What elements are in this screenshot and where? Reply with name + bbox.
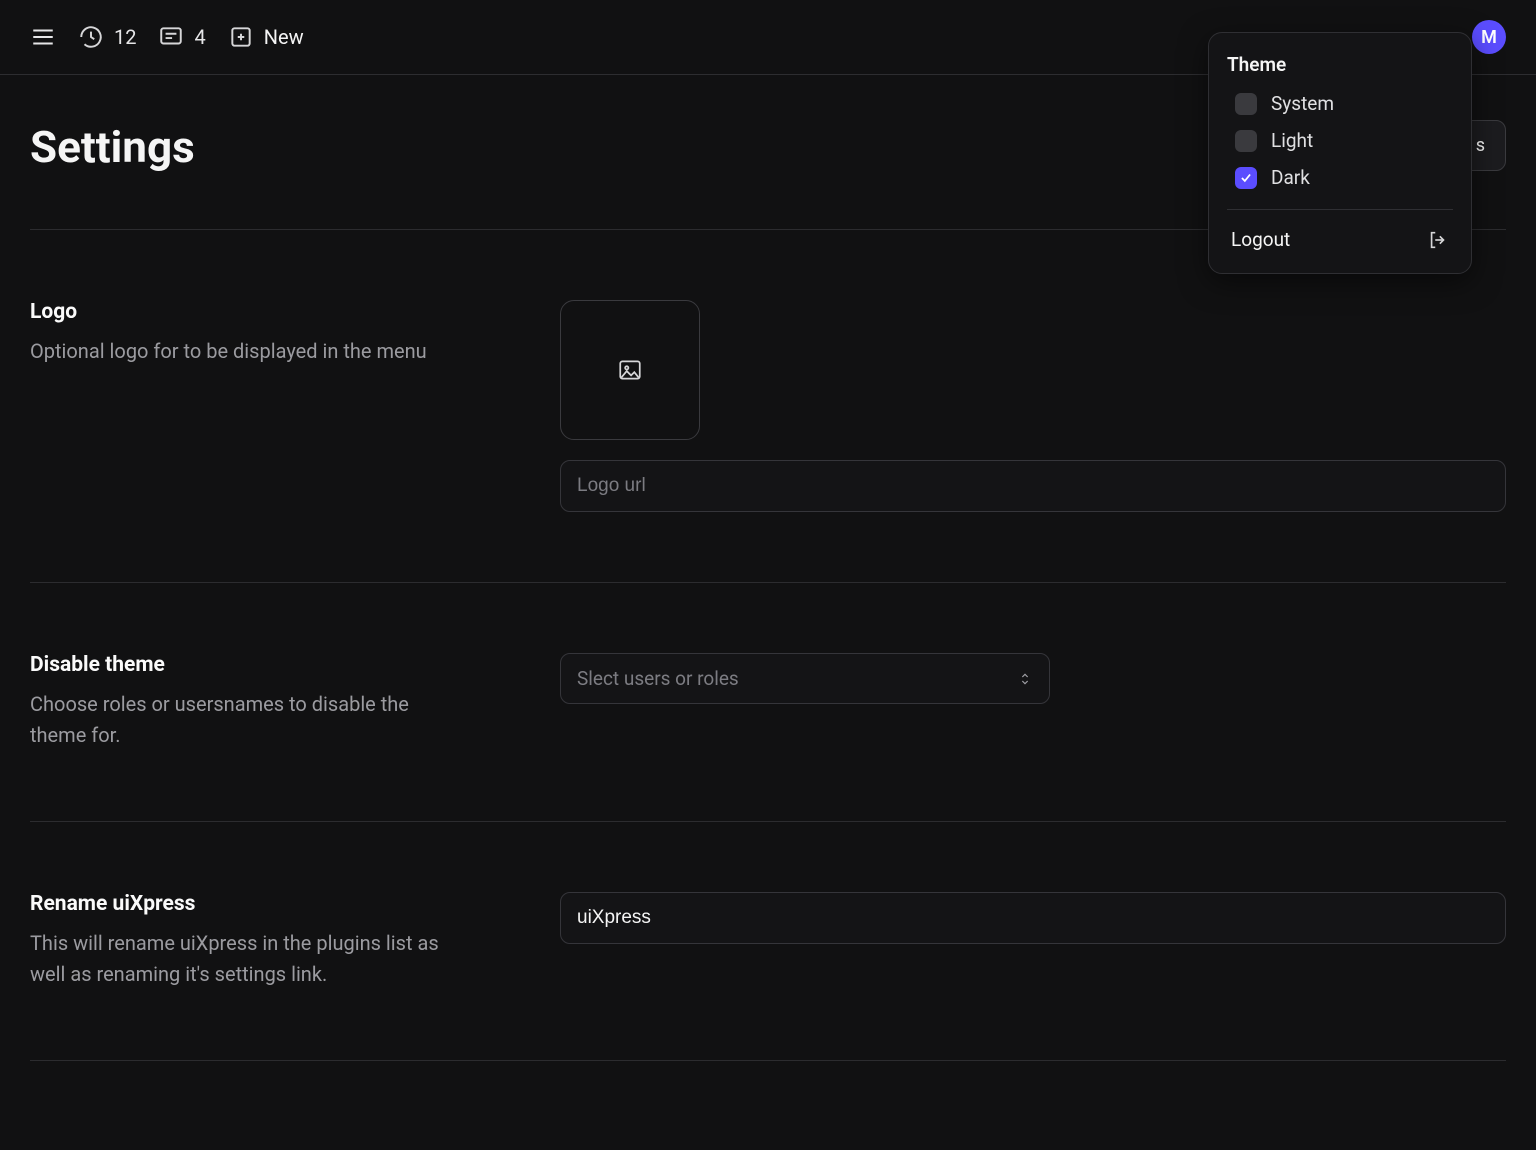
setting-logo: Logo Optional logo for to be displayed i…: [30, 230, 1506, 582]
new-button[interactable]: New: [228, 24, 304, 50]
logout-label: Logout: [1231, 228, 1290, 251]
popover-divider: [1227, 209, 1453, 210]
setting-description: Choose roles or usersnames to disable th…: [30, 689, 460, 751]
setting-title: Rename uiXpress: [30, 892, 500, 916]
theme-label: System: [1271, 92, 1334, 115]
hamburger-icon: [30, 24, 56, 50]
logout-button[interactable]: Logout: [1227, 226, 1453, 253]
menu-button[interactable]: [30, 24, 56, 50]
checkbox-checked: [1235, 167, 1257, 189]
rename-input[interactable]: [560, 892, 1506, 944]
theme-label: Light: [1271, 129, 1313, 152]
select-placeholder: Slect users or roles: [577, 667, 739, 690]
theme-option-system[interactable]: System: [1235, 92, 1453, 115]
setting-description: Optional logo for to be displayed in the…: [30, 336, 460, 367]
setting-rename: Rename uiXpress This will rename uiXpres…: [30, 822, 1506, 1060]
updates-count: 12: [114, 25, 136, 49]
checkbox-unchecked: [1235, 130, 1257, 152]
image-icon: [617, 357, 643, 383]
chat-icon: [158, 24, 184, 50]
theme-option-dark[interactable]: Dark: [1235, 166, 1453, 189]
theme-label: Dark: [1271, 166, 1310, 189]
comments-count: 4: [194, 25, 205, 49]
new-label: New: [264, 25, 304, 49]
theme-option-light[interactable]: Light: [1235, 129, 1453, 152]
refresh-icon: [78, 24, 104, 50]
check-icon: [1239, 171, 1253, 185]
setting-title: Disable theme: [30, 653, 500, 677]
setting-disable-theme: Disable theme Choose roles or usersnames…: [30, 583, 1506, 821]
logo-upload-box[interactable]: [560, 300, 700, 440]
user-popover: Theme System Light Dark Logout: [1208, 32, 1472, 274]
logo-url-input[interactable]: [560, 460, 1506, 512]
topbar-right: M: [1472, 20, 1506, 54]
avatar[interactable]: M: [1472, 20, 1506, 54]
setting-title: Logo: [30, 300, 500, 324]
logout-icon: [1427, 229, 1449, 251]
comments-button[interactable]: 4: [158, 24, 205, 50]
add-page-icon: [228, 24, 254, 50]
chevron-up-down-icon: [1017, 671, 1033, 687]
setting-description: This will rename uiXpress in the plugins…: [30, 928, 460, 990]
topbar-left: 12 4 New: [30, 24, 304, 50]
disable-theme-select[interactable]: Slect users or roles: [560, 653, 1050, 704]
theme-list: System Light Dark: [1227, 92, 1453, 189]
popover-title: Theme: [1227, 53, 1453, 76]
checkbox-unchecked: [1235, 93, 1257, 115]
divider: [30, 1060, 1506, 1061]
updates-button[interactable]: 12: [78, 24, 136, 50]
